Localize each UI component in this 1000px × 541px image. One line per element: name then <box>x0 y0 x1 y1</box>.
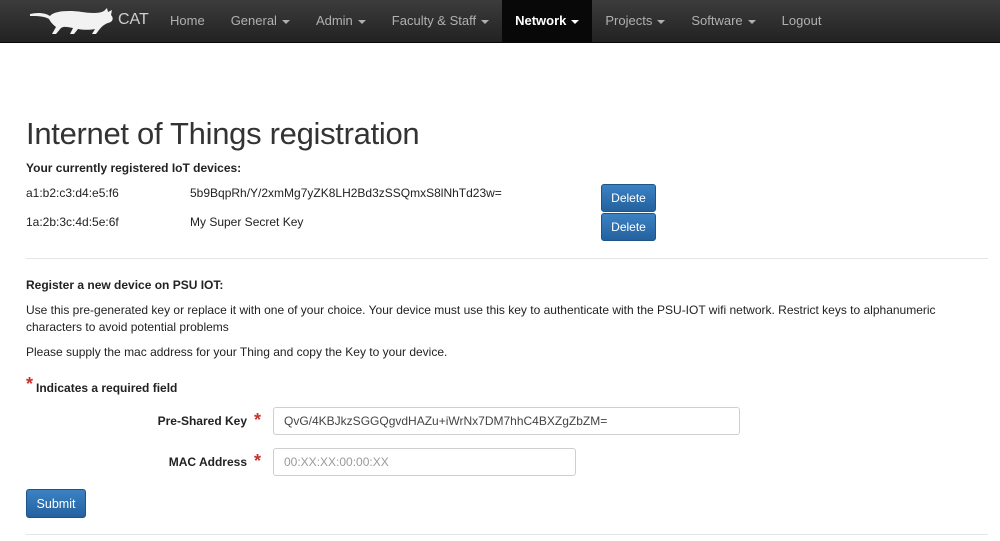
required-star: * <box>254 451 262 471</box>
psk-input[interactable] <box>273 407 740 435</box>
registered-devices-heading: Your currently registered IoT devices: <box>26 161 242 175</box>
cat-logo-icon <box>30 8 113 34</box>
chevron-down-icon <box>747 19 756 24</box>
nav-admin-label: Admin <box>315 13 353 28</box>
nav-network[interactable]: Network <box>502 0 593 42</box>
brand-link[interactable]: CAT <box>28 0 149 42</box>
delete-device-button[interactable]: Delete <box>601 213 656 241</box>
nav-network-label: Network <box>515 13 567 28</box>
psk-label: Pre-Shared Key <box>157 414 247 428</box>
nav-faculty-staff[interactable]: Faculty & Staff <box>379 0 502 42</box>
info-text: Use this pre-generated key or replace it… <box>26 303 936 334</box>
chevron-down-icon <box>571 19 580 24</box>
nav-projects-label: Projects <box>605 13 653 28</box>
supply-text: Please supply the mac address for your T… <box>26 345 448 359</box>
nav-software[interactable]: Software <box>678 0 768 42</box>
delete-device-button[interactable]: Delete <box>601 184 656 212</box>
mac-label: MAC Address <box>168 455 247 469</box>
nav-faculty-staff-label: Faculty & Staff <box>391 13 477 28</box>
mac-address-input[interactable] <box>273 448 576 476</box>
chevron-down-icon <box>481 19 490 24</box>
nav-projects[interactable]: Projects <box>592 0 678 42</box>
footer-divider <box>26 534 988 535</box>
register-heading: Register a new device on PSU IOT: <box>26 278 224 292</box>
submit-button[interactable]: Submit <box>26 489 86 518</box>
chevron-down-icon <box>281 19 290 24</box>
section-divider <box>26 258 988 259</box>
brand-name: CAT <box>118 11 149 28</box>
device-key: 5b9BqpRh/Y/2xmMg7yZK8LH2Bd3zSSQmxS8lNhTd… <box>190 186 502 200</box>
chevron-down-icon <box>357 19 366 24</box>
nav-home-label: Home <box>170 13 205 28</box>
nav-software-label: Software <box>691 13 743 28</box>
nav-general-label: General <box>230 13 277 28</box>
nav-home[interactable]: Home <box>157 0 218 42</box>
top-navbar: CAT Home General Admin Faculty & Staff N… <box>0 0 1000 43</box>
device-mac: 1a:2b:3c:4d:5e:6f <box>26 215 119 229</box>
required-note: * Indicates a required field <box>26 374 177 395</box>
required-star: * <box>26 374 34 394</box>
main-nav: Home General Admin Faculty & Staff Netwo… <box>157 0 834 42</box>
device-mac: a1:b2:c3:d4:e5:f6 <box>26 186 119 200</box>
nav-general[interactable]: General <box>218 0 303 42</box>
nav-logout[interactable]: Logout <box>769 0 835 42</box>
nav-admin[interactable]: Admin <box>303 0 379 42</box>
nav-logout-label: Logout <box>781 13 822 28</box>
chevron-down-icon <box>657 19 666 24</box>
required-note-text: Indicates a required field <box>36 381 178 395</box>
required-star: * <box>254 410 262 430</box>
device-key: My Super Secret Key <box>190 215 304 229</box>
page-title: Internet of Things registration <box>26 116 420 151</box>
